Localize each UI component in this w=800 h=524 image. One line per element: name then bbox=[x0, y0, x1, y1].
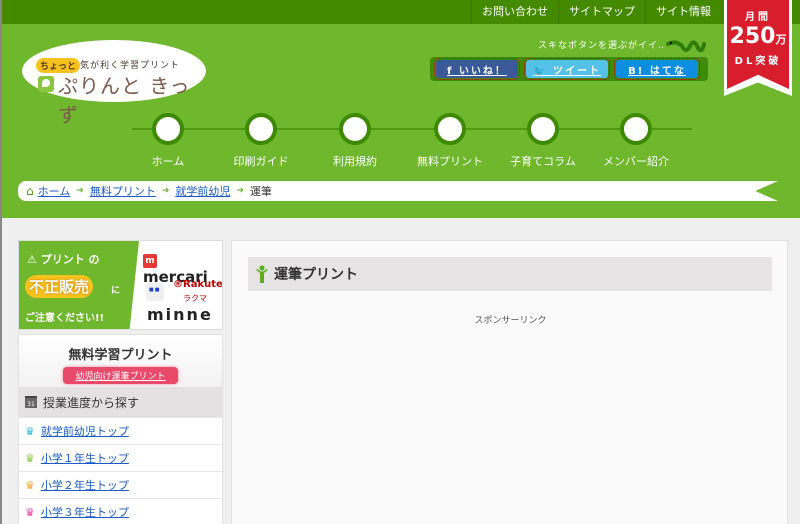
list-item: ♛ 小学２年生トップ bbox=[19, 471, 222, 498]
preschool-pen-control-button[interactable]: 幼児向け運筆プリント bbox=[63, 367, 178, 384]
sponsor-label: スポンサーリンク bbox=[474, 316, 547, 326]
nav-members[interactable]: メンバー紹介 bbox=[591, 113, 681, 169]
facebook-like-button[interactable]: f いいね！ bbox=[434, 58, 520, 80]
nav-label: ホーム bbox=[151, 155, 185, 168]
nav-circle-icon bbox=[527, 113, 559, 145]
breadcrumb: ⌂ ホーム ➜ 無料プリント ➜ 就学前幼児 ➜ 運筆 bbox=[18, 181, 778, 201]
nav-label: 印刷ガイド bbox=[233, 155, 289, 168]
page-title-text: 運筆プリント bbox=[274, 267, 358, 283]
hatena-bookmark-button[interactable]: B! はてな bbox=[614, 58, 700, 80]
ribbon-line1: 月間 bbox=[745, 12, 771, 23]
nav-label: 子育てコラム bbox=[510, 155, 576, 168]
list-item: ♛ 就学前幼児トップ bbox=[19, 417, 222, 444]
breadcrumb-free-prints[interactable]: 無料プリント bbox=[90, 183, 156, 199]
widget-title: 無料学習プリント bbox=[68, 348, 173, 363]
nav-circle-icon bbox=[434, 113, 466, 145]
nav-circle-icon bbox=[339, 113, 371, 145]
grade-link-2nd[interactable]: 小学２年生トップ bbox=[41, 477, 129, 493]
banner-left: ⚠ プリント の 不正販売 に ご注意ください!! bbox=[19, 241, 139, 329]
topnav-contact-link[interactable]: お問い合わせ bbox=[471, 0, 558, 24]
share-caption: スキなボタンを選ぶがイイ‥ bbox=[538, 41, 666, 51]
topnav-siteinfo-link[interactable]: サイト情報 bbox=[645, 0, 722, 24]
section-title: 授業進度から探す bbox=[43, 395, 140, 410]
grade-link-1st[interactable]: 小学１年生トップ bbox=[41, 450, 129, 466]
calendar-icon: 31 bbox=[25, 396, 37, 408]
rakuma-app-icon bbox=[146, 283, 164, 301]
crown-icon: ♛ bbox=[25, 451, 35, 465]
share-bar: f いいね！ 🐦 ツイート B! はてな bbox=[430, 57, 708, 81]
banner-line3: ご注意ください!! bbox=[25, 313, 105, 324]
nav-home[interactable]: ホーム bbox=[123, 113, 213, 169]
banner-line1: ⚠ プリント の bbox=[27, 253, 100, 266]
sidebar: ⚠ プリント の 不正販売 に ご注意ください!! mercari ®Rakut… bbox=[18, 240, 223, 524]
nav-terms[interactable]: 利用規約 bbox=[310, 113, 400, 169]
ribbon-inner: 月間 250万 DL突破 bbox=[727, 0, 789, 89]
banner-line2b: に bbox=[111, 286, 121, 296]
nav-circle-icon bbox=[620, 113, 652, 145]
page-title: 運筆プリント bbox=[248, 257, 772, 291]
nav-label: メンバー紹介 bbox=[603, 155, 669, 168]
arrow-right-icon: ➜ bbox=[76, 186, 84, 196]
child-icon bbox=[256, 265, 268, 283]
crown-icon: ♛ bbox=[25, 478, 35, 492]
list-item: ♛ 小学３年生トップ bbox=[19, 498, 222, 524]
nav-label: 無料プリント bbox=[417, 155, 483, 168]
nav-circle-icon bbox=[152, 113, 184, 145]
ribbon-line3: DL突破 bbox=[734, 56, 782, 67]
widget-header: 無料学習プリント 幼児向け運筆プリント bbox=[19, 335, 222, 387]
banner-line2: 不正販売 bbox=[25, 275, 94, 298]
arrow-right-icon: ➜ bbox=[161, 186, 170, 196]
snake-icon bbox=[666, 40, 706, 53]
downloads-ribbon: 月間 250万 DL突破 bbox=[724, 0, 792, 96]
top-nav: お問い合わせ サイトマップ サイト情報 bbox=[471, 0, 722, 24]
rakuma-logo: ラクマ bbox=[183, 294, 207, 303]
nav-label: 利用規約 bbox=[333, 155, 377, 168]
minne-logo: minne bbox=[147, 305, 213, 324]
rakuten-logo: ®Rakuten bbox=[173, 279, 223, 290]
grade-link-3rd[interactable]: 小学３年生トップ bbox=[41, 504, 129, 520]
arrow-right-icon: ➜ bbox=[236, 186, 244, 196]
main-nav: ホーム 印刷ガイド 利用規約 無料プリント 子育てコラム メンバー紹介 bbox=[132, 113, 692, 173]
nav-free-prints[interactable]: 無料プリント bbox=[405, 113, 495, 169]
fraud-warning-banner[interactable]: ⚠ プリント の 不正販売 に ご注意ください!! mercari ®Rakut… bbox=[18, 240, 223, 330]
nav-circle-icon bbox=[245, 113, 277, 145]
top-bar: お問い合わせ サイトマップ サイト情報 bbox=[2, 0, 800, 24]
free-prints-widget: 無料学習プリント 幼児向け運筆プリント 31 授業進度から探す ♛ 就学前幼児ト… bbox=[18, 334, 223, 524]
crown-icon: ♛ bbox=[25, 424, 35, 438]
ribbon-unit: 万 bbox=[775, 33, 787, 46]
twitter-tweet-button[interactable]: 🐦 ツイート bbox=[524, 58, 610, 80]
list-item: ♛ 小学１年生トップ bbox=[19, 444, 222, 471]
topnav-sitemap-link[interactable]: サイトマップ bbox=[558, 0, 645, 24]
section-header: 31 授業進度から探す bbox=[19, 387, 222, 417]
logo-mascot-icon bbox=[38, 76, 54, 92]
breadcrumb-preschool[interactable]: 就学前幼児 bbox=[175, 183, 230, 199]
home-icon: ⌂ bbox=[26, 184, 34, 198]
breadcrumb-home[interactable]: ホーム bbox=[38, 183, 71, 199]
crown-icon: ♛ bbox=[25, 505, 35, 519]
site-header: ちょっと 気が利く学習プリント ぷりんと きっず スキなボタンを選ぶがイイ‥ f… bbox=[2, 24, 800, 218]
main-content: 運筆プリント スポンサーリンク bbox=[231, 240, 788, 524]
grade-link-preschool[interactable]: 就学前幼児トップ bbox=[41, 423, 129, 439]
nav-parenting-column[interactable]: 子育てコラム bbox=[498, 113, 588, 169]
nav-print-guide[interactable]: 印刷ガイド bbox=[216, 113, 306, 169]
ribbon-number: 250 bbox=[729, 24, 776, 49]
ribbon-count: 250万 bbox=[727, 25, 789, 52]
breadcrumb-current: 運筆 bbox=[249, 185, 272, 198]
site-logo[interactable]: ちょっと 気が利く学習プリント ぷりんと きっず bbox=[22, 40, 206, 127]
